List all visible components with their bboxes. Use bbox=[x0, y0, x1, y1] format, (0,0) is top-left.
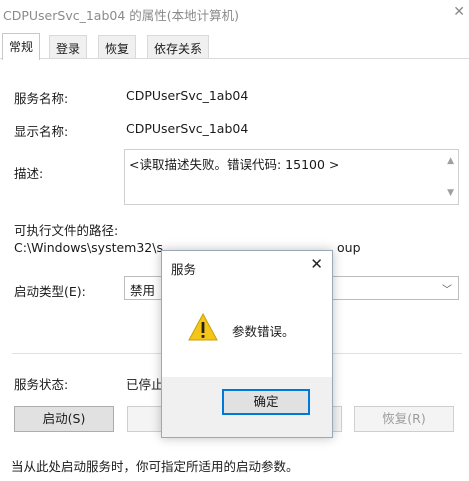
startup-type-label: 启动类型(E): bbox=[14, 284, 86, 299]
display-name-label: 显示名称: bbox=[14, 124, 69, 139]
dialog-title: 服务 bbox=[171, 262, 197, 277]
description-textbox[interactable]: <读取描述失败。错误代码: 15100 > ▲ ▼ bbox=[124, 149, 459, 205]
tab-dependencies[interactable]: 依存关系 bbox=[147, 35, 210, 59]
tab-logon[interactable]: 登录 bbox=[49, 35, 88, 59]
service-status-value: 已停止 bbox=[126, 377, 164, 392]
startup-type-value: 禁用 bbox=[130, 283, 156, 298]
tab-recovery[interactable]: 恢复 bbox=[98, 35, 137, 59]
tab-divider bbox=[0, 58, 469, 59]
dialog-body: 参数错误。 bbox=[162, 285, 332, 377]
service-properties-window: CDPUserSvc_1ab04 的属性(本地计算机) ✕ 常规 登录 恢复 依… bbox=[0, 0, 469, 481]
start-params-hint: 当从此处启动服务时，你可指定所适用的启动参数。 bbox=[11, 459, 299, 474]
chevron-down-icon[interactable]: ﹀ bbox=[442, 281, 452, 296]
error-dialog: 服务 ✕ 参数错误。 确定 bbox=[161, 250, 333, 438]
scroll-up-icon[interactable]: ▲ bbox=[447, 156, 454, 166]
scroll-down-icon[interactable]: ▼ bbox=[447, 188, 454, 198]
service-status-label: 服务状态: bbox=[14, 377, 69, 392]
dialog-close-icon[interactable]: ✕ bbox=[310, 255, 323, 273]
window-title: CDPUserSvc_1ab04 的属性(本地计算机) bbox=[3, 8, 240, 23]
service-name-value: CDPUserSvc_1ab04 bbox=[126, 88, 249, 103]
resume-button[interactable]: 恢复(R) bbox=[354, 406, 454, 432]
dialog-message: 参数错误。 bbox=[232, 324, 295, 339]
description-label: 描述: bbox=[14, 166, 44, 181]
title-bar: CDPUserSvc_1ab04 的属性(本地计算机) ✕ bbox=[0, 0, 469, 30]
dialog-footer: 确定 bbox=[162, 377, 332, 437]
exe-path-tail: oup bbox=[337, 240, 361, 255]
description-text: <读取描述失败。错误代码: 15100 > bbox=[129, 157, 340, 172]
warning-icon bbox=[188, 313, 218, 341]
tab-strip: 常规 登录 恢复 依存关系 bbox=[0, 33, 469, 60]
display-name-value: CDPUserSvc_1ab04 bbox=[126, 121, 249, 136]
tab-general[interactable]: 常规 bbox=[2, 33, 41, 60]
exe-path-value: C:\Windows\system32\s bbox=[14, 240, 163, 255]
service-name-label: 服务名称: bbox=[14, 91, 69, 106]
ok-button[interactable]: 确定 bbox=[222, 389, 310, 415]
start-button[interactable]: 启动(S) bbox=[14, 406, 114, 432]
close-icon[interactable]: ✕ bbox=[453, 4, 465, 20]
exe-path-label: 可执行文件的路径: bbox=[14, 223, 119, 238]
